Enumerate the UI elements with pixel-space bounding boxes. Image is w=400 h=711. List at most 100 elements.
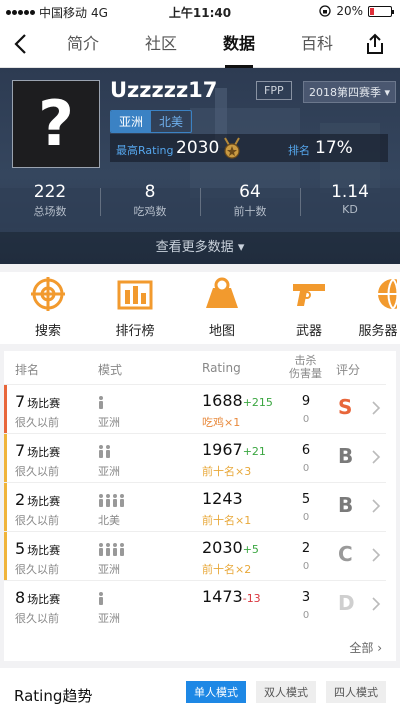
grade: S (338, 395, 353, 419)
stat-item: 8 吃鸡数 (100, 182, 200, 219)
team-size-icon (99, 543, 124, 556)
achievement-tag: 前十名×2 (202, 563, 252, 576)
rating-trend-title: Rating趋势 (14, 687, 93, 705)
back-icon[interactable] (10, 32, 34, 56)
tab-1[interactable]: 社区 (122, 22, 200, 68)
table-row[interactable]: 7 场比赛很久以前 亚洲 1688+215 吃鸡×1 9 0 S (4, 384, 386, 433)
function-label: 排行榜 (115, 324, 155, 339)
stat-value: 222 (33, 182, 67, 202)
rating-value: 1688 (202, 391, 243, 410)
chevron-right-icon: › (377, 641, 382, 655)
col-kills-line2: 伤害量 (289, 367, 322, 380)
function-map[interactable]: 地图 (182, 276, 262, 339)
col-rank: 排名 (15, 363, 40, 377)
col-score: 评分 (336, 363, 361, 377)
team-size-icon (99, 592, 103, 605)
match-count-value: 7 (15, 392, 26, 411)
trend-mode-tab[interactable]: 四人模式 (326, 681, 386, 703)
rating-summary: 最高Rating 2030 排名 17% (110, 134, 388, 162)
match-time: 很久以前 (15, 612, 59, 625)
trend-mode-tab[interactable]: 单人模式 (186, 681, 246, 703)
region-option[interactable]: 北美 (151, 111, 191, 132)
rating-change: +21 (242, 445, 266, 458)
tab-2[interactable]: 数据 (200, 22, 278, 68)
stat-label: 总场数 (33, 205, 67, 218)
function-label: 武器 (295, 324, 322, 339)
username: Uzzzzz17 (110, 78, 218, 102)
achievement-tag: 吃鸡×1 (202, 416, 241, 429)
damage: 0 (302, 561, 310, 572)
map-icon (206, 277, 238, 308)
rating-change: +215 (242, 396, 273, 409)
rating: 1473-13 (202, 587, 261, 606)
trend-mode-tabs: 单人模式 双人模式 四人模式 (186, 681, 386, 703)
match-region: 亚洲 (98, 465, 120, 478)
match-region: 亚洲 (98, 416, 120, 429)
table-row[interactable]: 2 场比赛 很久以前 北美 1243 前十名×1 5 0 B (4, 482, 386, 531)
stat-label: KD (342, 203, 358, 216)
view-all-link[interactable]: 全部 › (349, 639, 382, 656)
table-row[interactable]: 7 场比赛 很久以前 亚洲 1967+21 前十名×3 6 0 B (4, 433, 386, 482)
season-select[interactable]: 2018第四赛季 ▾ (303, 81, 397, 103)
tab-3[interactable]: 百科 (278, 22, 356, 68)
damage: 0 (302, 512, 310, 523)
max-rating-value: 2030 (176, 138, 220, 158)
match-count-unit: 场比赛 (27, 544, 61, 557)
table-row[interactable]: 5 场比赛 很久以前 亚洲 2030+5 前十名×2 2 0 C (4, 531, 386, 580)
match-region: 北美 (98, 514, 120, 527)
team-size-icon (99, 445, 110, 458)
stat-label: 吃鸡数 (133, 205, 167, 218)
stat-value: 8 (144, 182, 156, 202)
match-time: 很久以前 (15, 563, 59, 576)
team-size-icon (99, 396, 103, 409)
match-count-value: 2 (15, 490, 26, 509)
kills: 5 (301, 492, 311, 507)
kills: 6 (301, 443, 311, 458)
rating-value: 1967 (202, 440, 243, 459)
match-count: 2 场比赛 (15, 490, 60, 509)
row-color-bar (4, 385, 7, 433)
summary-stats: 222 总场数 8 吃鸡数 64 前十数 1.14 KD (0, 182, 400, 219)
match-count-unit: 场比赛 (27, 446, 61, 459)
match-count: 5 场比赛 (15, 539, 60, 558)
col-kills: 击杀 伤害量 (289, 354, 322, 380)
match-time: 很久以前 (15, 514, 59, 527)
perspective-badge[interactable]: FPP (256, 81, 292, 100)
team-mode (98, 443, 112, 458)
match-count-unit: 场比赛 (27, 397, 61, 410)
damage: 0 (302, 414, 310, 425)
view-more-label: 查看更多数据 (155, 240, 234, 255)
avatar[interactable]: ? (12, 80, 100, 168)
top-nav: 简介 社区 数据 百科 (0, 22, 400, 68)
region-option[interactable]: 亚洲 (111, 111, 152, 132)
function-leaderboard[interactable]: 排行榜 (95, 276, 175, 339)
chevron-right-icon (372, 450, 381, 464)
avatar-placeholder: ? (38, 87, 74, 160)
share-icon[interactable] (364, 33, 386, 55)
damage: 0 (302, 463, 310, 474)
team-mode (98, 394, 105, 409)
server-icon (378, 278, 400, 310)
trend-mode-tab[interactable]: 双人模式 (256, 681, 316, 703)
tab-0[interactable]: 简介 (44, 22, 122, 68)
match-count: 8 场比赛 (15, 588, 60, 607)
kills: 9 (301, 394, 311, 409)
kills: 3 (301, 590, 311, 605)
kills: 2 (301, 541, 311, 556)
function-pistol[interactable]: 武器 (269, 276, 349, 339)
match-time: 很久以前 (15, 416, 59, 429)
team-mode (98, 541, 126, 556)
stat-item: 222 总场数 (0, 182, 100, 219)
table-row[interactable]: 8 场比赛 很久以前 亚洲 1473-13 3 0 D (4, 580, 386, 629)
row-color-bar (4, 581, 7, 629)
match-count-unit: 场比赛 (27, 495, 61, 508)
rating-value: 1473 (202, 587, 243, 606)
function-crosshair[interactable]: 搜索 (8, 276, 88, 339)
caret-down-icon: ▾ (237, 240, 245, 255)
chevron-right-icon (372, 499, 381, 513)
function-label: 搜索 (34, 324, 61, 339)
function-server[interactable]: 服务器 (338, 276, 400, 339)
caret-down-icon: ▾ (384, 86, 391, 99)
match-region: 亚洲 (98, 563, 120, 576)
view-more-button[interactable]: 查看更多数据 ▾ (0, 232, 400, 264)
